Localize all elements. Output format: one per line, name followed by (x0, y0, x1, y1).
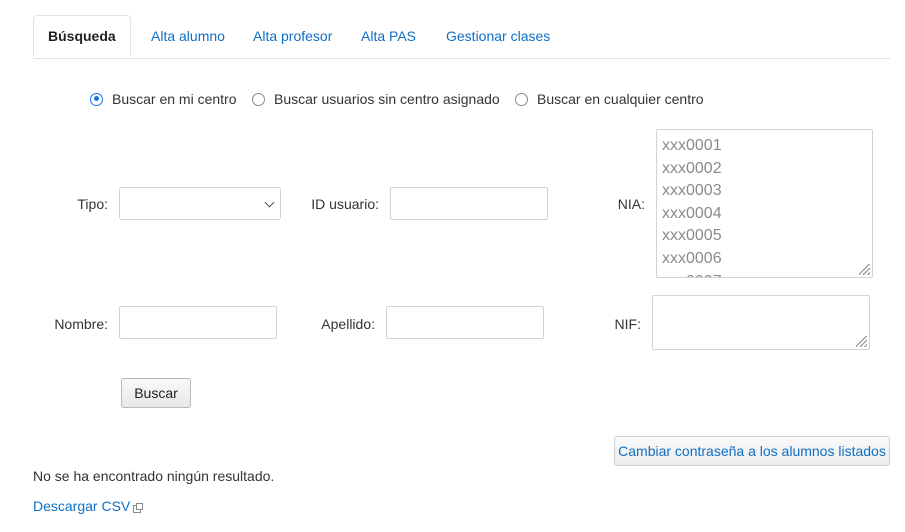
nia-placeholder-line: xxx0007 (662, 271, 872, 277)
tipo-select[interactable] (119, 187, 281, 220)
radio-option-cualquier-centro[interactable]: Buscar en cualquier centro (515, 89, 704, 109)
radio-option-mi-centro[interactable]: Buscar en mi centro (90, 89, 237, 109)
change-password-button[interactable]: Cambiar contraseña a los alumnos listado… (614, 436, 890, 466)
no-results-message: No se ha encontrado ningún resultado. (33, 468, 275, 484)
nif-label: NIF: (614, 316, 641, 332)
radio-button[interactable] (515, 92, 528, 106)
radio-option-sin-centro[interactable]: Buscar usuarios sin centro asignado (252, 89, 500, 109)
nif-textarea[interactable] (652, 295, 870, 350)
radio-label: Buscar en cualquier centro (537, 91, 704, 107)
nia-placeholder-line: xxx0006 (662, 249, 722, 267)
nia-placeholder: xxx0001 xxx0002 xxx0003 xxx0004 xxx0005 … (657, 130, 872, 277)
external-link-icon (133, 503, 144, 513)
nia-placeholder-line: xxx0001 (662, 137, 722, 154)
nombre-label: Nombre: (54, 316, 108, 332)
search-button[interactable]: Buscar (121, 378, 191, 408)
radio-label: Buscar en mi centro (112, 91, 237, 107)
apellido-label: Apellido: (321, 316, 375, 332)
radio-label: Buscar usuarios sin centro asignado (274, 91, 500, 107)
tab-bar: Búsqueda Alta alumno Alta profesor Alta … (33, 15, 890, 59)
download-csv-link[interactable]: Descargar CSV (33, 498, 130, 514)
nia-placeholder-line: xxx0005 (662, 227, 722, 245)
tab-gestionar-clases[interactable]: Gestionar clases (446, 15, 550, 57)
tipo-label: Tipo: (77, 196, 108, 212)
radio-button[interactable] (90, 92, 103, 106)
nombre-input[interactable] (119, 306, 277, 339)
radio-button[interactable] (252, 92, 265, 106)
chevron-down-icon (264, 197, 275, 208)
tab-alta-pas[interactable]: Alta PAS (361, 15, 416, 57)
nia-placeholder-line: xxx0004 (662, 204, 722, 222)
nia-textarea[interactable]: xxx0001 xxx0002 xxx0003 xxx0004 xxx0005 … (656, 129, 873, 278)
nia-label: NIA: (617, 196, 645, 212)
tab-alta-alumno[interactable]: Alta alumno (151, 15, 225, 57)
resize-grip-icon[interactable] (859, 264, 870, 275)
id-usuario-input[interactable] (390, 187, 548, 220)
nia-placeholder-line: xxx0002 (662, 159, 722, 177)
download-csv[interactable]: Descargar CSV (33, 498, 144, 514)
tab-alta-profesor[interactable]: Alta profesor (253, 15, 332, 57)
nia-placeholder-line: xxx0003 (662, 182, 722, 200)
apellido-input[interactable] (386, 306, 544, 339)
tab-busqueda[interactable]: Búsqueda (33, 15, 131, 57)
id-usuario-label: ID usuario: (311, 196, 379, 212)
resize-grip-icon[interactable] (856, 336, 867, 347)
